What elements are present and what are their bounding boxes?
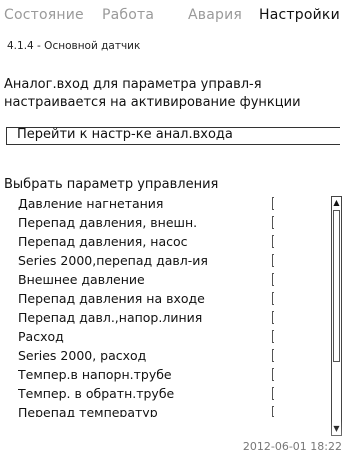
- param-row[interactable]: Перепад давления, насос: [18, 233, 274, 251]
- param-checkbox[interactable]: [272, 311, 274, 324]
- param-label: Series 2000, расход: [18, 348, 147, 363]
- param-row[interactable]: Расход: [18, 328, 274, 346]
- checkmark-icon: ✓: [273, 195, 274, 211]
- tab-settings[interactable]: Настройки: [259, 7, 340, 23]
- param-checkbox[interactable]: [272, 406, 274, 417]
- param-label: Расход: [18, 329, 64, 344]
- param-checkbox[interactable]: [272, 330, 274, 343]
- param-row[interactable]: Темпер. в обратн.трубе: [18, 385, 274, 403]
- tab-bar: Состояние Работа Авария Настройки: [0, 0, 344, 26]
- param-row[interactable]: Темпер.в напорн.трубе: [18, 366, 274, 384]
- param-label: Series 2000,перепад давл-ия: [18, 253, 208, 268]
- info-line-2: настраивается на активирование функции: [4, 95, 301, 110]
- param-row[interactable]: Перепад давл.,напор.линия: [18, 309, 274, 327]
- tab-operation[interactable]: Работа: [102, 7, 154, 23]
- param-row[interactable]: Внешнее давление: [18, 271, 274, 289]
- param-label: Внешнее давление: [18, 272, 145, 287]
- param-checkbox[interactable]: [272, 349, 274, 362]
- goto-analog-input-label: Перейти к настр-ке анал.входа: [17, 127, 233, 142]
- param-checkbox[interactable]: [272, 254, 274, 267]
- param-row[interactable]: Series 2000,перепад давл-ия: [18, 252, 274, 270]
- param-row[interactable]: Перепад температур: [18, 404, 274, 417]
- tab-status[interactable]: Состояние: [4, 7, 84, 23]
- goto-analog-input-link[interactable]: Перейти к настр-ке анал.входа: [6, 127, 340, 145]
- param-checkbox[interactable]: ✓: [272, 195, 274, 211]
- param-checkbox[interactable]: [272, 216, 274, 229]
- param-checkbox[interactable]: [272, 368, 274, 381]
- scroll-up-arrow-icon[interactable]: ▲: [332, 197, 341, 209]
- param-label: Перепад давл.,напор.линия: [18, 310, 203, 325]
- param-label: Перепад давления на входе: [18, 291, 205, 306]
- scroll-down-arrow-icon[interactable]: ▼: [332, 423, 341, 435]
- breadcrumb: 4.1.4 - Основной датчик: [7, 40, 141, 52]
- param-row[interactable]: Series 2000, расход: [18, 347, 274, 365]
- info-line-1: Аналог.вход для параметра управл-я: [4, 77, 262, 92]
- tab-alarm[interactable]: Авария: [188, 7, 242, 23]
- param-label: Темпер. в обратн.трубе: [18, 386, 175, 401]
- param-checkbox[interactable]: [272, 387, 274, 400]
- param-label: Перепад температур: [18, 405, 158, 417]
- param-row[interactable]: Давление нагнетания ✓: [18, 195, 274, 213]
- scroll-thumb[interactable]: [333, 210, 340, 362]
- param-checkbox[interactable]: [272, 292, 274, 305]
- param-label: Перепад давления, внешн.: [18, 215, 198, 230]
- datetime: 2012-06-01 18:22: [242, 440, 342, 453]
- param-label: Давление нагнетания: [18, 196, 164, 211]
- param-checkbox[interactable]: [272, 235, 274, 248]
- param-row[interactable]: Перепад давления, внешн.: [18, 214, 274, 232]
- section-title: Выбрать параметр управления: [4, 177, 219, 192]
- param-label: Перепад давления, насос: [18, 234, 188, 249]
- param-label: Темпер.в напорн.трубе: [18, 367, 172, 382]
- param-row[interactable]: Перепад давления на входе: [18, 290, 274, 308]
- scrollbar[interactable]: ▲ ▼: [331, 196, 342, 436]
- param-checkbox[interactable]: [272, 273, 274, 286]
